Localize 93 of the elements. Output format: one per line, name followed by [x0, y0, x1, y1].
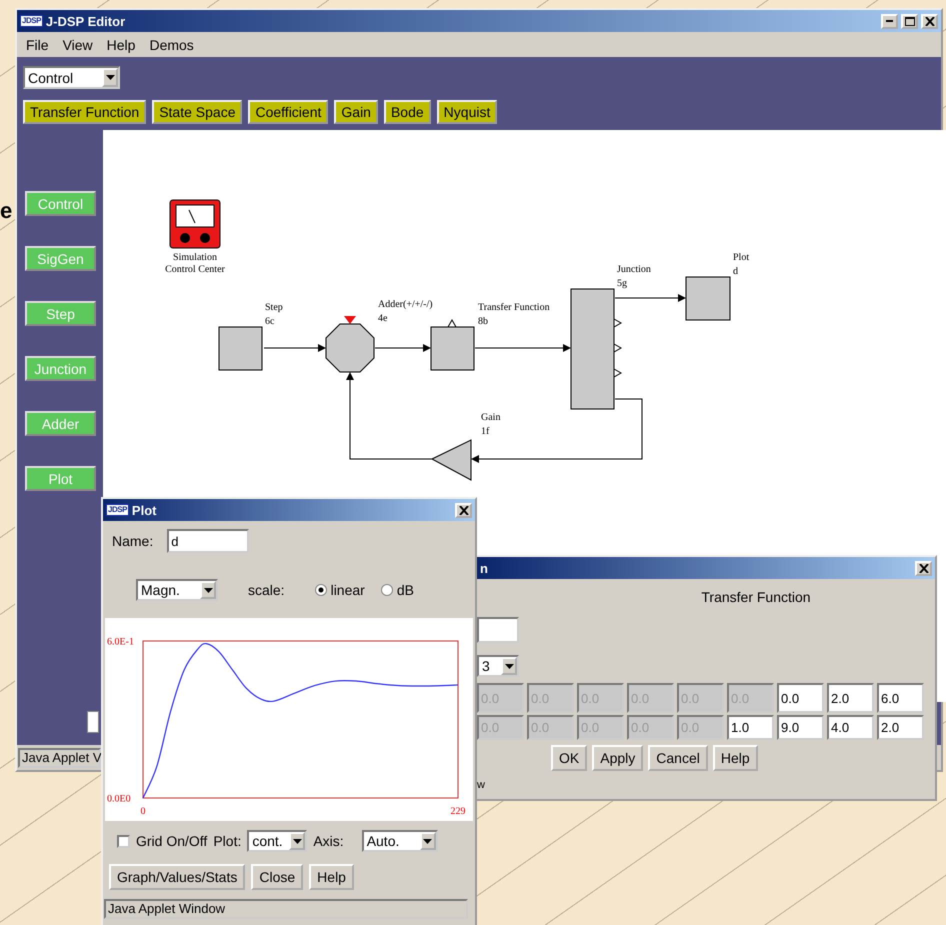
- field-label: Name:: [112, 533, 154, 549]
- slide-text: e: [0, 200, 12, 222]
- dropdown[interactable]: Magn.: [136, 579, 218, 601]
- radio-option[interactable]: linear: [314, 582, 365, 598]
- coefficient-field[interactable]: 2.0: [877, 715, 924, 740]
- dialog-button[interactable]: Apply: [592, 745, 644, 771]
- coefficient-field[interactable]: 4.0: [827, 715, 874, 740]
- toolbar-button[interactable]: State Space: [152, 100, 242, 124]
- block-id: d: [733, 266, 738, 277]
- close-icon: [924, 16, 934, 26]
- status-bar: Java Applet V: [18, 748, 101, 768]
- caret-icon: [501, 657, 517, 675]
- gain-block[interactable]: [430, 439, 472, 481]
- block-id: 5g: [617, 278, 627, 289]
- caret-icon: [289, 832, 306, 850]
- checkbox-label: Grid On/Off: [136, 833, 208, 849]
- menu-item[interactable]: View: [58, 34, 98, 54]
- toolbar-button[interactable]: Coefficient: [248, 100, 328, 124]
- input-field[interactable]: d: [167, 529, 250, 553]
- input-field[interactable]: [477, 617, 519, 643]
- app-logo: JDSP: [106, 504, 129, 516]
- minimize-icon: [886, 20, 893, 22]
- coefficient-field[interactable]: 0.0: [777, 683, 824, 713]
- close-icon: [458, 506, 468, 514]
- radio-option[interactable]: dB: [380, 582, 414, 598]
- dialog-button[interactable]: Help: [309, 864, 354, 890]
- window-title: Plot: [132, 502, 158, 518]
- block-label: Gain: [481, 412, 500, 423]
- input-field[interactable]: [87, 711, 99, 733]
- dialog-button[interactable]: Graph/Values/Stats: [109, 864, 246, 890]
- axis-tick-label: 6.0E-1: [107, 636, 134, 648]
- close-button[interactable]: [455, 502, 472, 518]
- status-bar: Java Applet Window: [104, 898, 468, 918]
- junction-block[interactable]: [570, 288, 622, 410]
- block-id: 8b: [478, 316, 488, 327]
- connector-arrow: [614, 294, 686, 302]
- close-icon: [918, 564, 928, 572]
- dropdown[interactable]: cont.: [247, 830, 308, 852]
- window-title: n: [480, 560, 489, 576]
- field-label: Plot:: [213, 833, 242, 849]
- field-label: scale:: [248, 582, 285, 598]
- block-label: Transfer Function: [478, 302, 550, 313]
- toolbar-button[interactable]: Bode: [384, 100, 431, 124]
- dialog-button[interactable]: Help: [712, 745, 758, 771]
- block-id: 1f: [481, 426, 490, 437]
- block-label: Plot: [733, 252, 750, 263]
- dropdown[interactable]: Control: [23, 66, 120, 89]
- coefficient-field[interactable]: 6.0: [877, 683, 924, 713]
- close-button[interactable]: [921, 14, 938, 28]
- coefficient-field[interactable]: 9.0: [777, 715, 824, 740]
- dialog-button[interactable]: OK: [551, 745, 588, 771]
- menu-item[interactable]: Demos: [144, 34, 199, 54]
- block-label: Control Center: [165, 264, 225, 275]
- coefficient-field[interactable]: 1.0: [727, 715, 774, 740]
- coefficient-field[interactable]: 2.0: [827, 683, 874, 713]
- dialog-button[interactable]: Close: [251, 864, 304, 890]
- maximize-icon: [904, 16, 914, 26]
- maximize-button[interactable]: [901, 14, 918, 28]
- axis-tick-label: 0: [140, 806, 146, 817]
- step-block[interactable]: [218, 326, 262, 370]
- status-text: w: [477, 779, 485, 791]
- plot-block[interactable]: [686, 276, 730, 320]
- connector-arrow: [264, 344, 326, 352]
- checkbox[interactable]: [117, 834, 130, 848]
- app-logo: JDSP: [20, 14, 43, 28]
- monitor-icon[interactable]: [170, 200, 220, 248]
- dropdown[interactable]: Auto.: [362, 830, 438, 852]
- field-label: Axis:: [313, 833, 344, 849]
- dropdown[interactable]: 3: [477, 655, 519, 677]
- adder-block[interactable]: [326, 316, 374, 372]
- minimize-button[interactable]: [881, 14, 898, 28]
- toolbar-button[interactable]: Gain: [334, 100, 378, 124]
- block-id: 4e: [378, 313, 388, 324]
- block-label: Junction: [617, 264, 651, 275]
- axis-tick-label: 229: [450, 806, 466, 817]
- caret-icon: [420, 832, 436, 850]
- menu-item[interactable]: File: [21, 34, 54, 54]
- block-label: Adder(+/+/-/): [378, 299, 433, 310]
- transfer-block[interactable]: [430, 319, 474, 370]
- block-label: Simulation: [173, 252, 217, 263]
- block-id: 6c: [265, 316, 274, 327]
- toolbar-button[interactable]: Nyquist: [436, 100, 498, 124]
- connector-arrow: [374, 344, 431, 352]
- dialog-button[interactable]: Cancel: [648, 745, 708, 771]
- caret-icon: [102, 68, 118, 87]
- close-button[interactable]: [915, 560, 932, 576]
- block-label: Step: [265, 302, 283, 313]
- caret-icon: [200, 581, 216, 599]
- axis-tick-label: 0.0E0: [107, 794, 131, 804]
- dialog-heading: Transfer Function: [700, 589, 812, 605]
- menu-item[interactable]: Help: [102, 34, 140, 54]
- toolbar-button[interactable]: Transfer Function: [23, 100, 146, 124]
- window-title: J-DSP Editor: [46, 14, 126, 28]
